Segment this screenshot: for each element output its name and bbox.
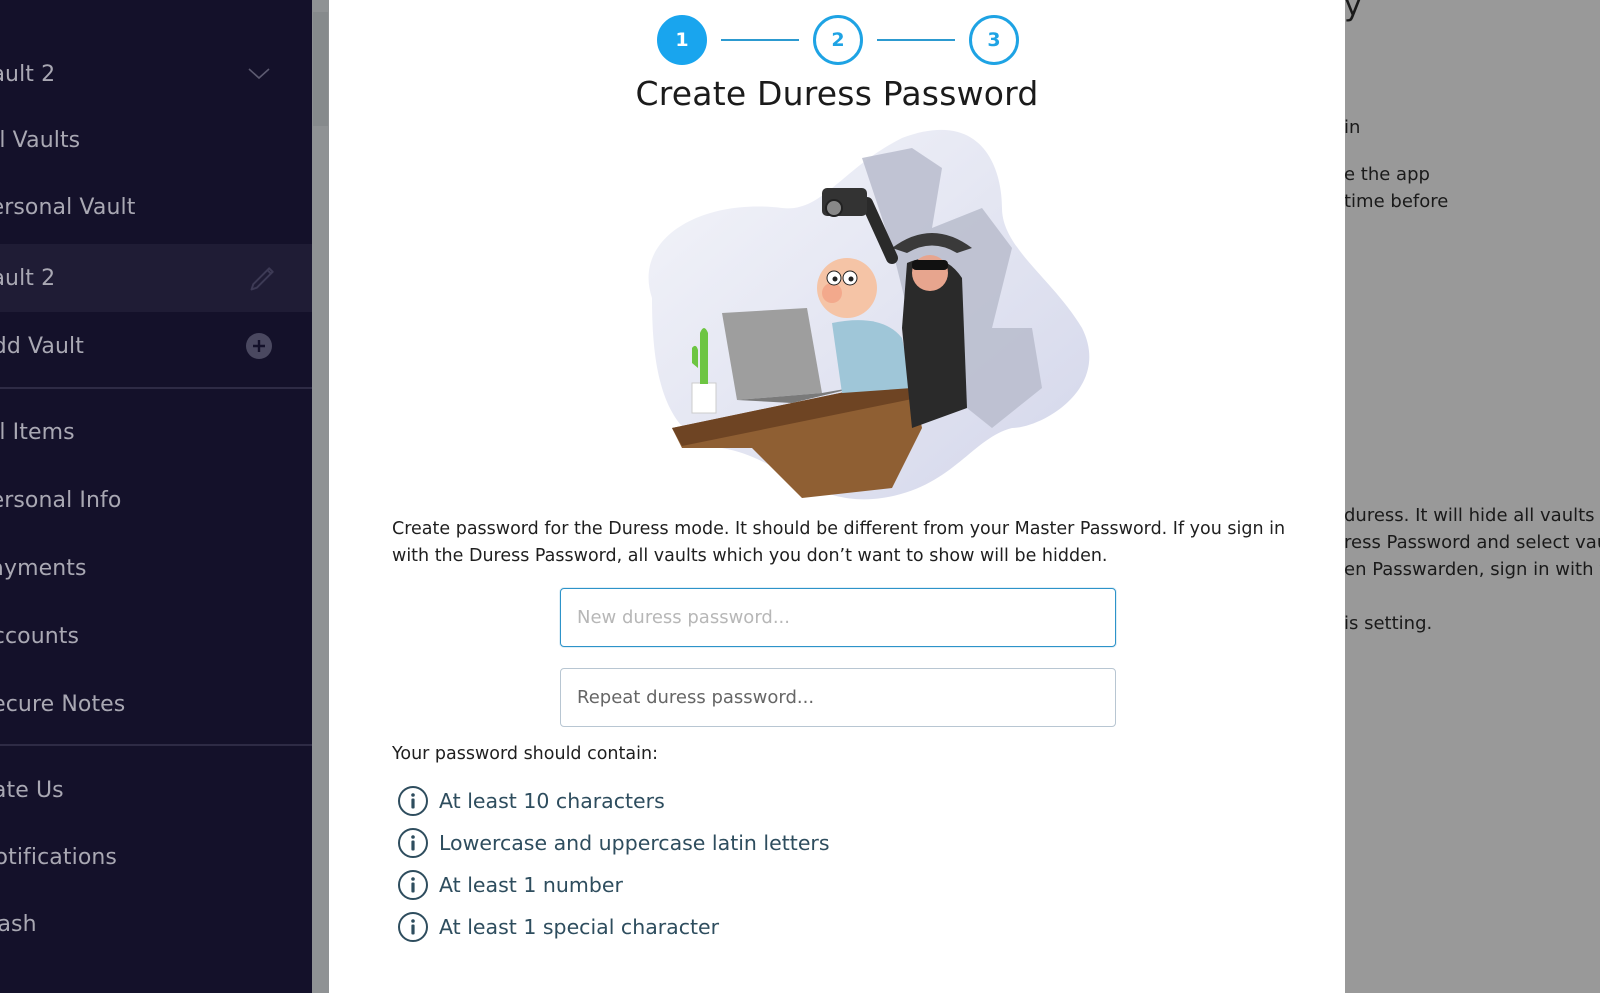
requirements-list: At least 10 characters Lowercase and upp… — [397, 780, 830, 948]
requirements-title: Your password should contain: — [392, 744, 658, 764]
duress-spy-illustration — [648, 129, 1090, 500]
requirement-label: At least 10 characters — [439, 789, 665, 813]
sidebar-item-label: Vault 2 — [0, 265, 56, 291]
step-3: 3 — [969, 15, 1019, 65]
sidebar-item-secure-notes[interactable]: Secure Notes — [0, 670, 290, 738]
requirement-item: At least 1 number — [397, 864, 830, 906]
stepper: 1 2 3 — [329, 15, 1345, 65]
sidebar-item-trash[interactable]: Trash — [0, 890, 290, 958]
sidebar-item-label: All Items — [0, 419, 75, 445]
create-duress-password-dialog: 1 2 3 Create Duress Password Create pass… — [329, 0, 1345, 993]
step-1: 1 — [657, 15, 707, 65]
background-text: en Passwarden, sign in with y — [1345, 559, 1600, 580]
spy-mask — [912, 260, 948, 270]
requirement-item: At least 1 special character — [397, 906, 830, 948]
sidebar-item-label: Personal Info — [0, 487, 122, 513]
sidebar-item-label: All Vaults — [0, 127, 81, 153]
background-text: in — [1345, 117, 1361, 138]
info-icon — [398, 828, 428, 858]
sidebar-item-label: Add Vault — [0, 333, 84, 359]
sidebar-item-vault-2[interactable]: Vault 2 — [0, 244, 312, 312]
requirement-label: At least 1 number — [439, 873, 623, 897]
dialog-title: Create Duress Password — [635, 74, 1039, 113]
info-icon — [398, 786, 428, 816]
sidebar-item-personal-info[interactable]: Personal Info — [0, 466, 290, 534]
requirement-item: At least 10 characters — [397, 780, 830, 822]
sidebar-item-label: Accounts — [0, 623, 80, 649]
background-text: time before — [1345, 191, 1449, 212]
sidebar: Vault 2 All Vaults Personal Vault Vault … — [0, 0, 312, 993]
man-nose — [822, 283, 842, 303]
requirement-label: Lowercase and uppercase latin letters — [439, 831, 830, 855]
pencil-icon[interactable] — [248, 263, 278, 293]
info-icon — [398, 870, 428, 900]
vault-selector-label: Vault 2 — [0, 61, 56, 87]
background-heading-fragment: y — [1345, 0, 1362, 23]
sidebar-item-accounts[interactable]: Accounts — [0, 602, 290, 670]
sidebar-item-notifications[interactable]: Notifications — [0, 823, 290, 891]
sidebar-item-label: Rate Us — [0, 777, 64, 803]
vault-selector[interactable]: Vault 2 — [0, 40, 290, 108]
sidebar-item-add-vault[interactable]: Add Vault — [0, 312, 290, 380]
sidebar-item-label: Secure Notes — [0, 691, 126, 717]
info-icon — [398, 912, 428, 942]
requirement-item: Lowercase and uppercase latin letters — [397, 822, 830, 864]
sidebar-item-label: Personal Vault — [0, 194, 136, 220]
sidebar-item-payments[interactable]: Payments — [0, 534, 290, 602]
step-connector — [877, 39, 955, 41]
laptop-screen — [722, 308, 822, 400]
sidebar-item-all-items[interactable]: All Items — [0, 398, 290, 466]
step-2: 2 — [813, 15, 863, 65]
sidebar-item-label: Notifications — [0, 844, 117, 870]
sidebar-item-label: Trash — [0, 911, 37, 937]
sidebar-divider — [0, 387, 312, 389]
background-text: is setting. — [1345, 613, 1433, 634]
background-text: ress Password and select vau — [1345, 532, 1600, 553]
sidebar-item-personal-vault[interactable]: Personal Vault — [0, 173, 290, 241]
repeat-duress-password-input[interactable] — [560, 668, 1116, 727]
requirement-label: At least 1 special character — [439, 915, 720, 939]
scrollbar-thumb[interactable] — [313, 12, 328, 126]
plant-pot — [691, 382, 717, 414]
sidebar-item-all-vaults[interactable]: All Vaults — [0, 106, 290, 174]
background-text: duress. It will hide all vaults o — [1345, 505, 1600, 526]
background-page: y in e the app time before duress. It wi… — [1345, 0, 1600, 993]
plus-circle-icon[interactable] — [244, 331, 274, 361]
chevron-down-icon[interactable] — [244, 59, 274, 89]
step-connector — [721, 39, 799, 41]
new-duress-password-input[interactable] — [560, 588, 1116, 647]
dialog-description: Create password for the Duress mode. It … — [392, 519, 1286, 566]
scrollbar-track[interactable] — [312, 0, 329, 993]
background-text: e the app — [1345, 164, 1430, 185]
sidebar-item-label: Payments — [0, 555, 87, 581]
sidebar-divider — [0, 744, 312, 746]
sidebar-item-rate-us[interactable]: Rate Us — [0, 756, 290, 824]
